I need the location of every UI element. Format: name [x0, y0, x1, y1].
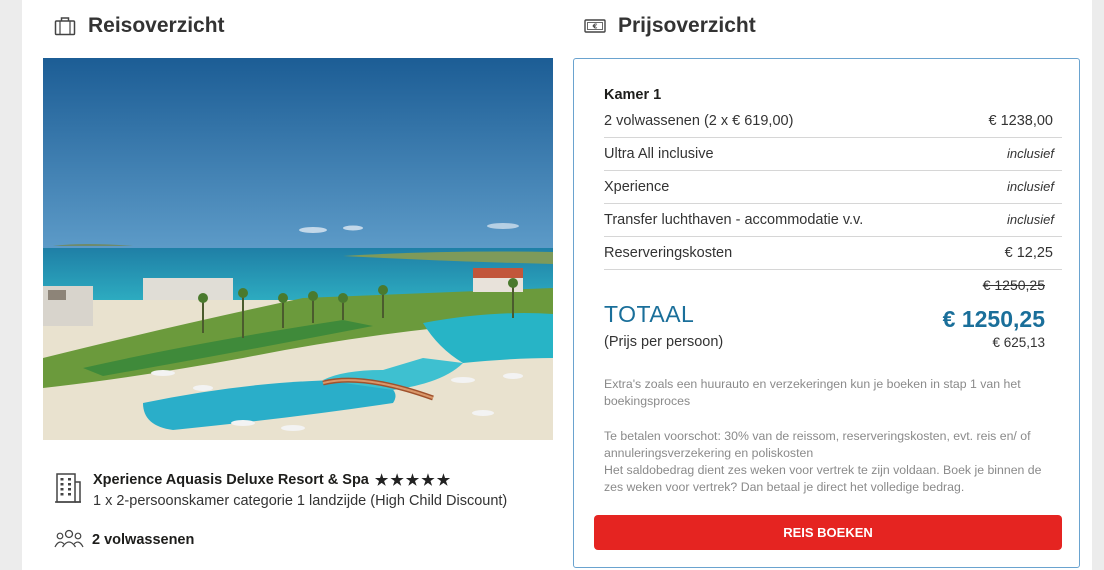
- reisoverzicht-header: Reisoverzicht: [54, 12, 225, 40]
- star-icon: ★: [405, 472, 420, 489]
- price-row-value: inclusief: [1007, 146, 1054, 161]
- guests-label: 2 volwassenen: [92, 532, 195, 548]
- price-row-value: inclusief: [1007, 179, 1054, 194]
- price-row-label: Transfer luchthaven - accommodatie v.v.: [604, 211, 864, 228]
- balance-note: Het saldobedrag dient zes weken voor ver…: [604, 463, 1042, 494]
- banknote-icon: €: [584, 18, 606, 34]
- svg-text:€: €: [592, 23, 598, 31]
- reisoverzicht-title: Reisoverzicht: [88, 14, 225, 37]
- room-heading: Kamer 1: [604, 87, 662, 103]
- suitcase-icon: [54, 16, 76, 36]
- price-row-label: 2 volwassenen (2 x € 619,00): [604, 112, 794, 129]
- per-person-amount: € 625,13: [992, 335, 1045, 350]
- star-icon: ★: [390, 472, 404, 489]
- star-icon: ★: [374, 472, 389, 489]
- price-row-xperience: Xperience inclusief: [604, 170, 1062, 204]
- main-panel: Reisoverzicht Xperience Aquasis Deluxe R…: [22, 0, 1092, 570]
- price-row-label: Xperience: [604, 178, 670, 195]
- hotel-name: Xperience Aquasis Deluxe Resort & Spa: [93, 472, 369, 488]
- star-rating: ★ ★ ★ ★ ★: [375, 471, 450, 489]
- hotel-photo: [43, 58, 553, 440]
- prijsoverzicht-header: € Prijsoverzicht: [584, 12, 756, 40]
- star-icon: ★: [436, 472, 451, 489]
- room-description: 1 x 2-persoonskamer categorie 1 landzijd…: [93, 493, 508, 509]
- per-person-label: (Prijs per persoon): [604, 334, 724, 350]
- price-row-all-inclusive: Ultra All inclusive inclusief: [604, 137, 1062, 171]
- book-trip-button[interactable]: REIS BOEKEN: [594, 515, 1062, 550]
- total-label: TOTAAL: [604, 301, 695, 327]
- price-row-reservation-costs: Reserveringskosten € 12,25: [604, 236, 1062, 270]
- guests-info: 2 volwassenen: [54, 528, 194, 552]
- price-row-transfer: Transfer luchthaven - accommodatie v.v. …: [604, 203, 1062, 237]
- people-icon: [54, 528, 84, 552]
- payment-note: Te betalen voorschot: 30% van de reissom…: [604, 429, 1031, 460]
- price-row-label: Reserveringskosten: [604, 244, 733, 261]
- price-row-value: inclusief: [1007, 212, 1054, 227]
- price-row-label: Ultra All inclusive: [604, 145, 714, 162]
- price-summary-box: Kamer 1 2 volwassenen (2 x € 619,00) € 1…: [573, 58, 1080, 568]
- price-row-value: € 12,25: [1004, 244, 1053, 261]
- building-icon: [54, 470, 82, 509]
- price-row-value: € 1238,00: [988, 112, 1053, 129]
- price-row-adults: 2 volwassenen (2 x € 619,00) € 1238,00: [604, 104, 1062, 138]
- total-amount: € 1250,25: [942, 306, 1045, 332]
- old-total-price: € 1250,25: [982, 277, 1045, 293]
- prijsoverzicht-title: Prijsoverzicht: [618, 14, 756, 37]
- extras-note: Extra's zoals een huurauto en verzekerin…: [604, 377, 1021, 408]
- star-icon: ★: [421, 472, 435, 489]
